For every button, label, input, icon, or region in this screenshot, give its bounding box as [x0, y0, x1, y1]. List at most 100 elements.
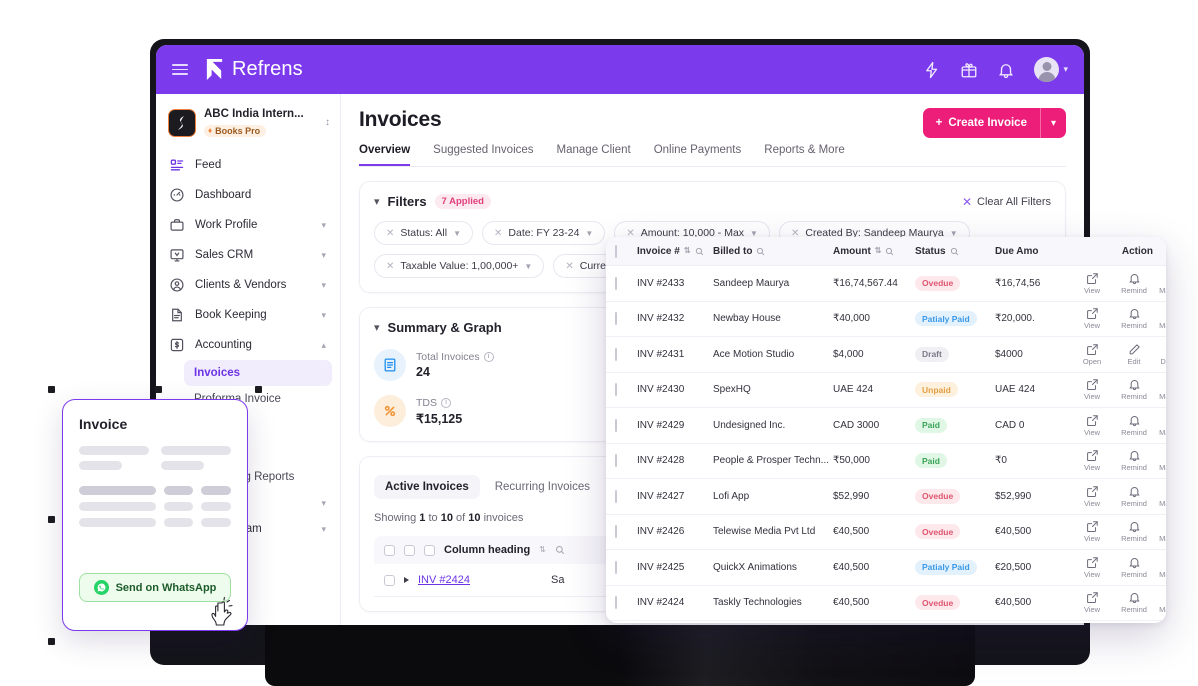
expand-row-icon[interactable]: [404, 577, 409, 583]
info-icon[interactable]: i: [483, 352, 494, 362]
sidebar-item-book-keeping[interactable]: Book Keeping ▾: [164, 300, 332, 330]
action-remind[interactable]: Remind: [1113, 485, 1155, 508]
action-duplicate[interactable]: Duplicate: [1155, 343, 1166, 366]
row-checkbox[interactable]: [615, 525, 617, 539]
select-all-checkbox[interactable]: [615, 244, 617, 258]
column-header-billed-to[interactable]: Billed to: [713, 246, 833, 257]
action-view[interactable]: View: [1071, 485, 1113, 508]
row-checkbox[interactable]: [615, 596, 617, 610]
column-header-invoice[interactable]: Invoice # ⇅: [637, 246, 713, 257]
action-remind[interactable]: Remind: [1113, 272, 1155, 295]
action-mark-paid[interactable]: Mark Paid: [1155, 556, 1166, 579]
action-view[interactable]: View: [1071, 378, 1113, 401]
action-remind[interactable]: Remind: [1113, 556, 1155, 579]
row-checkbox[interactable]: [615, 418, 617, 432]
close-icon[interactable]: ✕: [565, 261, 573, 272]
sort-icon[interactable]: ⇅: [684, 247, 691, 255]
table-row[interactable]: INV #2427 Lofi App $52,990 Ovedue $52,990 Vie…: [606, 479, 1166, 515]
close-icon[interactable]: ✕: [386, 261, 394, 272]
action-view[interactable]: View: [1071, 556, 1113, 579]
action-mark-paid[interactable]: Mark Paid: [1155, 272, 1166, 295]
sidebar-item-clients-vendors[interactable]: Clients & Vendors ▾: [164, 270, 332, 300]
table-row[interactable]: INV #2428 People & Prosper Techn... ₹50,00…: [606, 444, 1166, 479]
menu-icon[interactable]: [172, 63, 188, 76]
table-row[interactable]: INV #2429 Undesigned Inc. CAD 3000 Paid CAD …: [606, 408, 1166, 444]
search-icon[interactable]: [756, 247, 765, 256]
sort-icon[interactable]: ⇅: [539, 546, 546, 554]
tab-active-invoices[interactable]: Active Invoices: [374, 475, 480, 499]
action-view[interactable]: View: [1071, 520, 1113, 543]
column-header-amount[interactable]: Amount ⇅: [833, 246, 915, 257]
action-view[interactable]: View: [1071, 414, 1113, 437]
sidebar-item-sales-crm[interactable]: Sales CRM ▾: [164, 240, 332, 270]
sidebar-item-accounting[interactable]: Accounting ▴: [164, 330, 332, 360]
action-mark-paid[interactable]: Mark Paid: [1155, 378, 1166, 401]
bolt-icon[interactable]: [923, 61, 941, 79]
action-mark-paid[interactable]: Mark Paid: [1155, 485, 1166, 508]
gift-icon[interactable]: [960, 61, 978, 79]
chevron-down-icon[interactable]: ▾: [374, 321, 380, 334]
account-menu[interactable]: ▾: [1034, 57, 1068, 82]
row-checkbox[interactable]: [615, 454, 617, 468]
action-view[interactable]: View: [1071, 307, 1113, 330]
table-row[interactable]: INV #2433 Sandeep Maurya ₹16,74,567.44 Oved…: [606, 266, 1166, 302]
sidebar-item-work-profile[interactable]: Work Profile ▾: [164, 210, 332, 240]
row-invoice-link[interactable]: INV #2424: [418, 574, 470, 586]
column-checkbox[interactable]: [404, 544, 415, 556]
table-row[interactable]: INV #2424 Taskly Technologies €40,500 Ovedu…: [606, 586, 1166, 621]
tab-suggested-invoices[interactable]: Suggested Invoices: [433, 144, 533, 166]
search-icon[interactable]: [695, 247, 704, 256]
row-checkbox[interactable]: [615, 347, 617, 361]
table-row[interactable]: INV #2431 Ace Motion Studio $4,000 Draft $40…: [606, 337, 1166, 373]
search-icon[interactable]: [885, 247, 894, 256]
action-view[interactable]: View: [1071, 272, 1113, 295]
row-checkbox[interactable]: [615, 383, 617, 397]
info-icon[interactable]: i: [441, 397, 451, 408]
action-mark-paid[interactable]: Mark Paid: [1155, 414, 1166, 437]
action-open[interactable]: Open: [1071, 343, 1113, 366]
bell-icon[interactable]: [997, 61, 1015, 79]
tab-manage-client[interactable]: Manage Client: [557, 144, 631, 166]
column-header-due-amount[interactable]: Due Amo: [995, 246, 1071, 257]
clear-all-filters-button[interactable]: ✕ Clear All Filters: [962, 195, 1051, 209]
search-icon[interactable]: [555, 545, 565, 555]
tab-reports-more[interactable]: Reports & More: [764, 144, 845, 166]
sidebar-item-invoices[interactable]: Invoices: [184, 360, 332, 386]
create-invoice-caret[interactable]: ▾: [1039, 108, 1066, 138]
action-remind[interactable]: Remind: [1113, 378, 1155, 401]
org-switcher[interactable]: ABC India Intern... ♦ Books Pro ↕: [156, 104, 340, 148]
action-view[interactable]: View: [1071, 449, 1113, 472]
search-icon[interactable]: [950, 247, 959, 256]
sidebar-item-dashboard[interactable]: Dashboard: [164, 180, 332, 210]
row-checkbox[interactable]: [615, 489, 617, 503]
filter-chip-date[interactable]: ✕ Date: FY 23-24 ▼: [482, 221, 606, 245]
row-checkbox[interactable]: [615, 312, 617, 326]
table-row[interactable]: INV #2426 Telewise Media Pvt Ltd €40,500 Ov…: [606, 515, 1166, 550]
tab-recurring-invoices[interactable]: Recurring Invoices: [484, 475, 601, 499]
action-edit[interactable]: Edit: [1113, 343, 1155, 366]
table-row[interactable]: INV #2425 QuickX Animations €40,500 Patialy…: [606, 550, 1166, 586]
sort-icon[interactable]: ⇅: [875, 247, 882, 255]
action-remind[interactable]: Remind: [1113, 520, 1155, 543]
sidebar-item-feed[interactable]: Feed: [164, 150, 332, 180]
action-mark-paid[interactable]: Mark Paid: [1155, 520, 1166, 543]
action-remind[interactable]: Remind: [1113, 414, 1155, 437]
action-remind[interactable]: Remind: [1113, 307, 1155, 330]
row-checkbox[interactable]: [615, 276, 617, 290]
row-checkbox[interactable]: [384, 574, 395, 586]
tab-overview[interactable]: Overview: [359, 144, 411, 166]
table-row[interactable]: INV #2430 SpexHQ UAE 424 Unpaid UAE 424 View R…: [606, 373, 1166, 408]
filter-chip-taxable-value[interactable]: ✕ Taxable Value: 1,00,000+ ▼: [374, 254, 545, 278]
action-mark-paid[interactable]: Mark Paid: [1155, 307, 1166, 330]
action-mark-paid[interactable]: Mark Paid: [1155, 449, 1166, 472]
create-invoice-button[interactable]: + Create Invoice: [922, 108, 1040, 138]
select-all-checkbox[interactable]: [384, 544, 395, 556]
column-checkbox[interactable]: [424, 544, 435, 556]
action-view[interactable]: View: [1071, 591, 1113, 614]
column-header-status[interactable]: Status: [915, 246, 995, 257]
close-icon[interactable]: ✕: [494, 228, 502, 239]
table-row[interactable]: INV #2432 Newbay House ₹40,000 Patialy Paid…: [606, 302, 1166, 337]
filter-chip-status[interactable]: ✕ Status: All ▼: [374, 221, 474, 245]
close-icon[interactable]: ✕: [386, 228, 394, 239]
action-remind[interactable]: Remind: [1113, 449, 1155, 472]
